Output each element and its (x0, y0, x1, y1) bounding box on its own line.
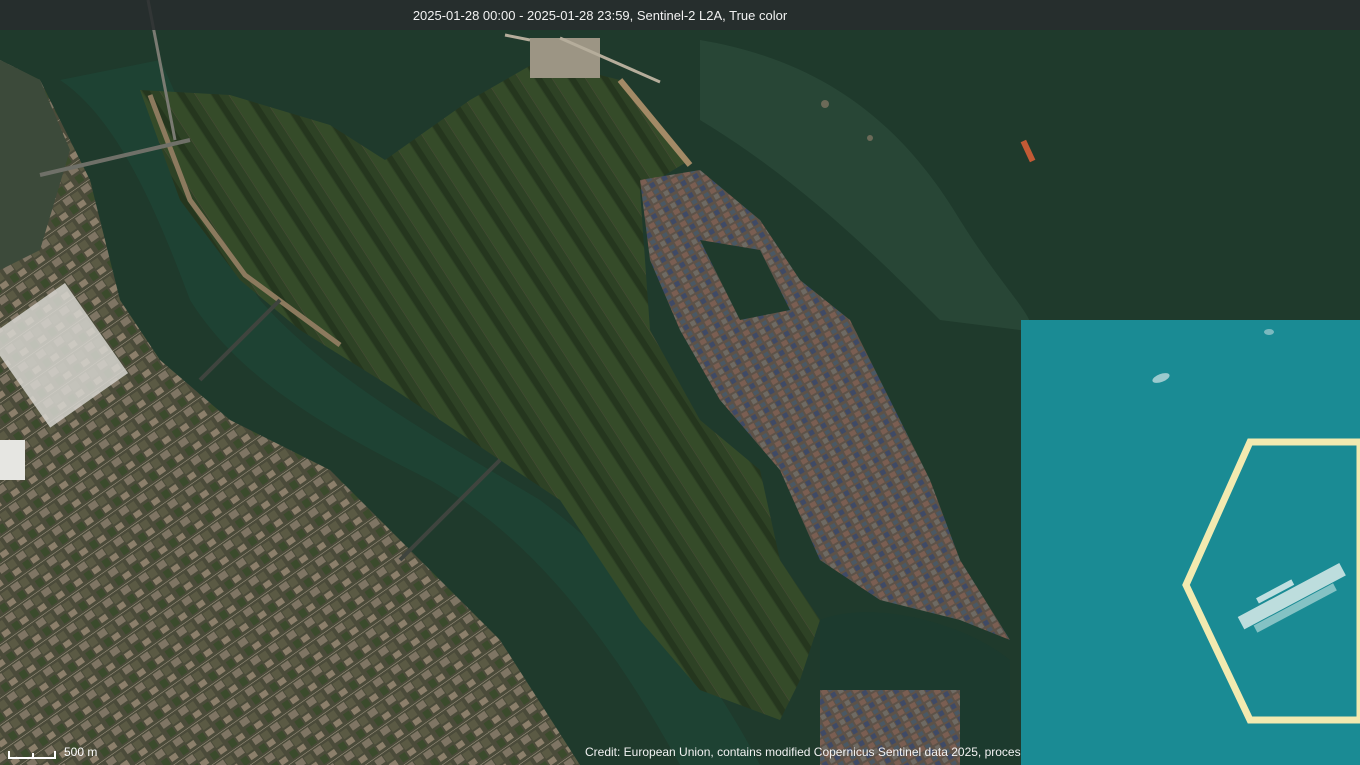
north-pier-facility (530, 38, 600, 78)
imagery-info-bar: 2025-01-28 00:00 - 2025-01-28 23:59, Sen… (0, 0, 1360, 30)
satellite-map[interactable]: 2025-01-28 00:00 - 2025-01-28 23:59, Sen… (0, 0, 1360, 765)
zoom-inset-panel (1021, 320, 1360, 765)
small-islet (867, 135, 873, 141)
attribution-credit: Credit: European Union, contains modifie… (585, 745, 1034, 759)
white-building (0, 440, 25, 480)
map-scale: 500 m (8, 745, 97, 759)
small-vessel (1264, 329, 1274, 335)
imagery-date-layer: 2025-01-28 00:00 - 2025-01-28 23:59, Sen… (412, 7, 788, 23)
scale-bar-icon (8, 751, 56, 759)
inset-imagery (1021, 320, 1360, 765)
scale-label: 500 m (64, 745, 98, 759)
small-islet (821, 100, 829, 108)
